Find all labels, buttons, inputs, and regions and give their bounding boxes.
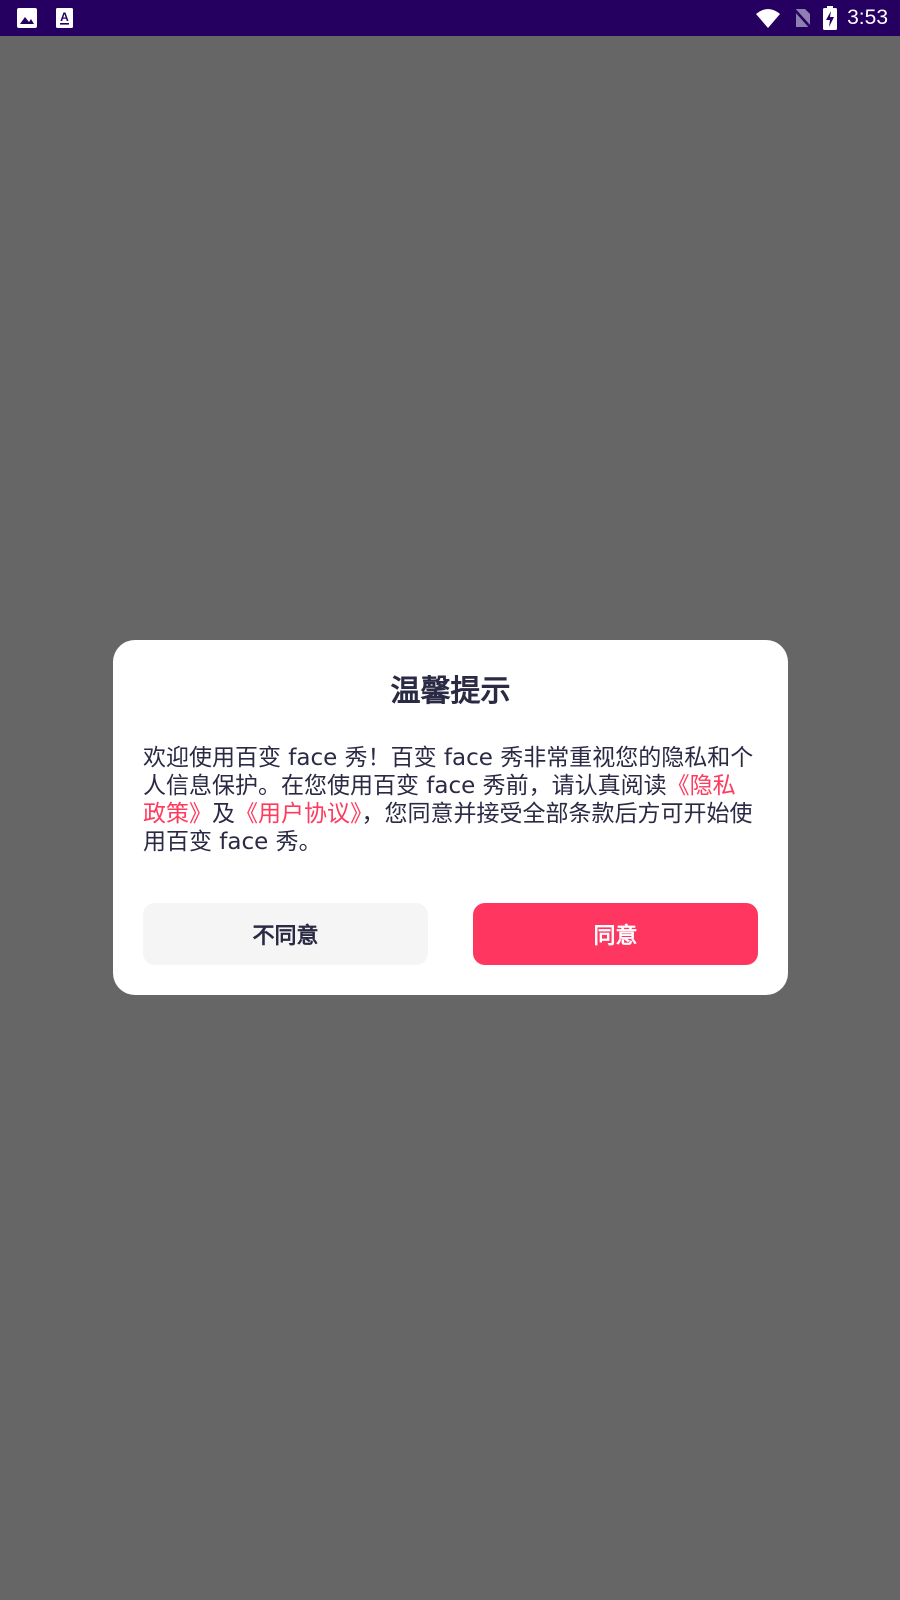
privacy-dialog: 温馨提示 欢迎使用百变 face 秀！百变 face 秀非常重视您的隐私和个人信… xyxy=(113,640,788,995)
svg-text:A: A xyxy=(60,10,69,24)
battery-charging-icon xyxy=(823,6,838,30)
text-a-icon: A xyxy=(56,8,73,28)
user-agreement-link[interactable]: 《用户协议》 xyxy=(235,801,362,827)
message-text-2: 及 xyxy=(212,801,235,827)
dialog-message: 欢迎使用百变 face 秀！百变 face 秀非常重视您的隐私和个人信息保护。在… xyxy=(143,744,758,856)
status-bar: A 3:53 xyxy=(0,0,900,36)
status-left-icons: A xyxy=(16,7,76,29)
status-right-icons: 3:53 xyxy=(755,5,888,31)
image-icon xyxy=(17,8,37,28)
agree-button[interactable]: 同意 xyxy=(473,903,758,965)
dialog-title: 温馨提示 xyxy=(390,674,511,709)
no-sim-icon xyxy=(793,8,813,29)
screen: A 3:53 温馨提示 欢迎使用百变 face 秀！百变 face 秀非常重视您… xyxy=(0,0,900,1600)
message-text-1: 欢迎使用百变 face 秀！百变 face 秀非常重视您的隐私和个人信息保护。在… xyxy=(143,745,754,799)
wifi-icon xyxy=(756,9,781,28)
disagree-button[interactable]: 不同意 xyxy=(143,903,428,965)
status-time: 3:53 xyxy=(847,6,888,29)
